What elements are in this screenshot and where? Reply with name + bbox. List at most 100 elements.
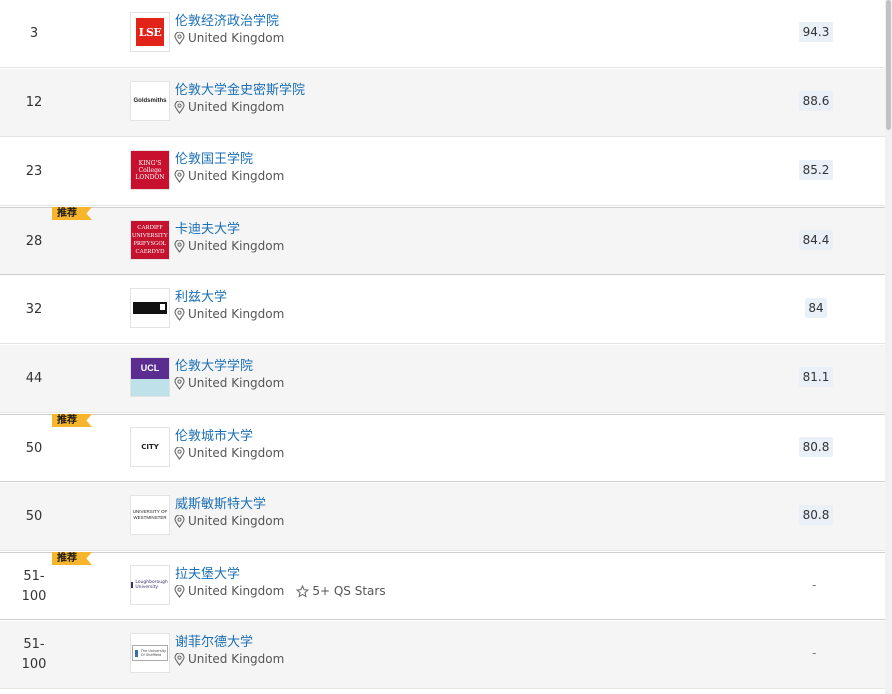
sheffield-logo-text: The University Of Sheffield [140, 649, 167, 657]
location-pin-icon [174, 376, 188, 390]
rank-value: 51-100 [21, 569, 47, 604]
table-row[interactable]: 28 推荐 CARDIFF UNIVERSITY PRIFYSGOL CAERDYD… [0, 207, 885, 275]
university-name-link[interactable]: 威斯敏斯特大学 [175, 493, 266, 512]
university-logo[interactable]: LSE [130, 12, 170, 52]
table-row[interactable]: 51-100 推荐 Loughborough University 拉夫堡大学 Unit… [0, 552, 885, 620]
location-text: United Kingdom [188, 169, 285, 183]
ucl-logo: UCL [131, 358, 169, 396]
location-pin-icon [174, 584, 188, 598]
rank-value: 12 [25, 95, 43, 110]
qs-stars-text: 5+ QS Stars [312, 584, 386, 598]
location-pin-icon [174, 307, 188, 321]
university-logo[interactable]: KING'S College LONDON [130, 150, 170, 190]
rank-cell: 32 [0, 276, 68, 344]
university-name-link[interactable]: 谢菲尔德大学 [175, 631, 253, 650]
university-name-link[interactable]: 拉夫堡大学 [175, 563, 240, 582]
cardiff-logo-text: CARDIFF UNIVERSITY PRIFYSGOL CAERDYD [131, 221, 169, 259]
loughborough-logo-text: Loughborough University [135, 580, 168, 590]
university-logo[interactable]: UNIVERSITY OF WESTMINSTER [130, 495, 170, 535]
table-row[interactable]: 50 推荐 CITY 伦敦城市大学 United Kingdom 80.8 [0, 414, 885, 482]
overall-score: 80.8 [799, 505, 833, 525]
location-text: United Kingdom [188, 100, 285, 114]
rank-cell: 44 [0, 345, 68, 413]
university-logo[interactable]: CITY [130, 427, 170, 467]
kings-logo-text: KING'S College LONDON [131, 151, 169, 189]
ucl-logo-text: UCL [131, 358, 169, 379]
location: United Kingdom [174, 652, 284, 666]
university-name-link[interactable]: 伦敦大学学院 [175, 355, 253, 374]
location-pin-icon [174, 100, 188, 114]
rank-cell: 50 [0, 483, 68, 551]
city-logo-text: CITY [141, 443, 159, 451]
overall-score: 84 [805, 298, 827, 318]
rank-cell: 23 [0, 138, 68, 206]
star-icon [296, 584, 312, 598]
rank-cell: 3 [0, 0, 68, 68]
rank-value: 3 [29, 26, 39, 41]
qs-stars[interactable]: 5+ QS Stars [296, 584, 386, 598]
crest-icon [131, 582, 134, 588]
university-name-link[interactable]: 伦敦城市大学 [175, 425, 253, 444]
university-logo[interactable]: CARDIFF UNIVERSITY PRIFYSGOL CAERDYD [130, 220, 170, 260]
leeds-logo-mark [133, 302, 167, 314]
location: United Kingdom 5+ QS Stars [174, 584, 386, 598]
recommended-badge: 推荐 [52, 207, 92, 220]
university-name-link[interactable]: 伦敦国王学院 [175, 148, 253, 167]
location-text: United Kingdom [188, 584, 285, 598]
table-row[interactable]: 32 利兹大学 United Kingdom 84 [0, 276, 885, 344]
overall-score: 88.6 [799, 91, 833, 111]
rank-value: 28 [25, 234, 43, 249]
location-text: United Kingdom [188, 31, 285, 45]
location: United Kingdom [174, 31, 284, 45]
overall-score: 81.1 [799, 367, 833, 387]
table-row[interactable]: 51-100 The University Of Sheffield 谢菲尔德大学 U… [0, 621, 885, 689]
location: United Kingdom [174, 169, 284, 183]
location: United Kingdom [174, 446, 284, 460]
table-row[interactable]: 44 UCL 伦敦大学学院 United Kingdom 81.1 [0, 345, 885, 413]
overall-score: 85.2 [799, 160, 833, 180]
crest-icon [135, 649, 138, 657]
rank-value: 50 [25, 441, 43, 456]
university-logo[interactable]: Goldsmiths [130, 81, 170, 121]
rank-cell: 51-100 [0, 621, 68, 689]
overall-score: 94.3 [799, 22, 833, 42]
overall-score: 80.8 [799, 437, 833, 457]
location-text: United Kingdom [188, 652, 285, 666]
location: United Kingdom [174, 307, 284, 321]
location-pin-icon [174, 514, 188, 528]
location-pin-icon [174, 169, 188, 183]
location: United Kingdom [174, 100, 284, 114]
location-text: United Kingdom [188, 376, 285, 390]
location-text: United Kingdom [188, 307, 285, 321]
score-empty: - [812, 578, 817, 592]
table-row[interactable]: 12 Goldsmiths 伦敦大学金史密斯学院 United Kingdom 88.6 [0, 69, 885, 137]
rank-value: 50 [25, 509, 43, 524]
scroll-thumb[interactable] [886, 0, 891, 130]
recommended-badge: 推荐 [52, 552, 92, 565]
goldsmiths-logo-text: Goldsmiths [133, 98, 167, 104]
location-text: United Kingdom [188, 446, 285, 460]
rank-value: 32 [25, 302, 43, 317]
rank-value: 51-100 [21, 637, 47, 672]
university-logo[interactable]: The University Of Sheffield [130, 633, 170, 673]
rank-cell: 12 [0, 69, 68, 137]
university-logo[interactable]: Loughborough University [130, 565, 170, 605]
scrollbar[interactable] [885, 0, 892, 694]
table-row[interactable]: 50 UNIVERSITY OF WESTMINSTER 威斯敏斯特大学 United… [0, 483, 885, 551]
university-name-link[interactable]: 利兹大学 [175, 286, 227, 305]
university-logo[interactable]: UCL [130, 357, 170, 397]
university-name-link[interactable]: 伦敦经济政治学院 [175, 10, 279, 29]
table-row[interactable]: 23 KING'S College LONDON 伦敦国王学院 United King… [0, 138, 885, 206]
university-name-link[interactable]: 伦敦大学金史密斯学院 [175, 79, 305, 98]
university-logo[interactable] [130, 288, 170, 328]
rank-value: 44 [25, 371, 43, 386]
location: United Kingdom [174, 239, 284, 253]
location-text: United Kingdom [188, 514, 285, 528]
rank-value: 23 [25, 164, 43, 179]
location-pin-icon [174, 31, 188, 45]
location: United Kingdom [174, 514, 284, 528]
university-name-link[interactable]: 卡迪夫大学 [175, 218, 240, 237]
table-row[interactable]: 3 LSE 伦敦经济政治学院 United Kingdom 94.3 [0, 0, 885, 68]
location: United Kingdom [174, 376, 284, 390]
score-empty: - [812, 646, 817, 660]
